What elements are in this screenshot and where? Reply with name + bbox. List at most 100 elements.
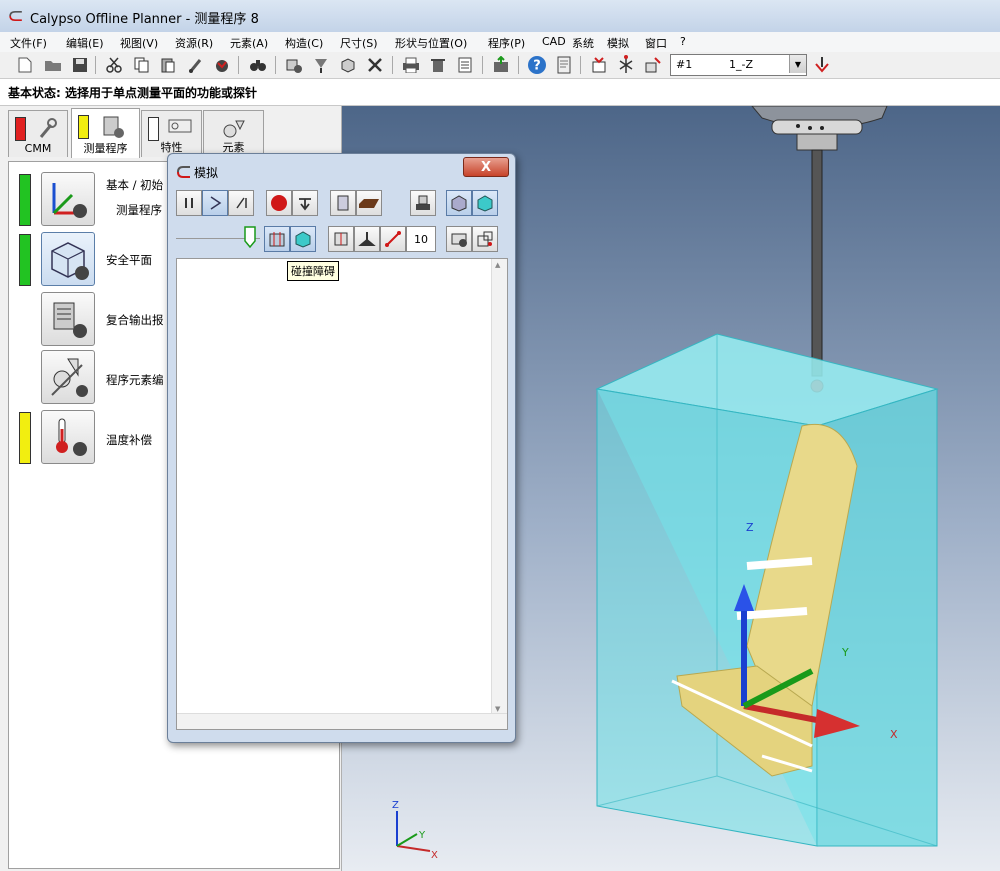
program-elements-button[interactable]: [41, 350, 95, 404]
collision-check-button[interactable]: [264, 226, 290, 252]
tab-measurement-plan[interactable]: 测量程序: [71, 108, 140, 158]
settings-cube-icon[interactable]: [284, 55, 304, 75]
coordinate-system-icon: [52, 183, 87, 218]
brush-icon[interactable]: [186, 55, 206, 75]
report-icon[interactable]: [455, 55, 475, 75]
item-label: 温度补偿: [106, 433, 152, 447]
menu-construct[interactable]: 构造(C): [285, 35, 323, 51]
safety-plane-button[interactable]: [41, 232, 95, 286]
new-file-icon[interactable]: [15, 55, 35, 75]
menu-bar: 文件(F) 编辑(E) 视图(V) 资源(R) 元素(A) 构造(C) 尺寸(S…: [0, 32, 1000, 53]
cut-icon[interactable]: [104, 55, 124, 75]
probe-path-button[interactable]: [328, 226, 354, 252]
menu-cad[interactable]: CAD: [542, 35, 566, 48]
coordinate-button[interactable]: [472, 226, 498, 252]
distance-line-icon: [385, 231, 401, 247]
step-value: 10: [414, 232, 428, 246]
probe-head-icon[interactable]: [589, 55, 609, 75]
mini-axis-z: Z: [392, 800, 399, 811]
menu-edit[interactable]: 编辑(E): [66, 35, 104, 51]
help-icon[interactable]: ?: [527, 55, 547, 75]
tab-characteristics[interactable]: 特性: [141, 110, 202, 157]
stylus-icon: [810, 149, 824, 393]
probe-star-icon[interactable]: [616, 55, 636, 75]
stylus-select[interactable]: #1 1_-Z ▼: [670, 54, 807, 76]
menu-resources[interactable]: 资源(R): [175, 35, 213, 51]
document-icon[interactable]: [554, 55, 574, 75]
scroll-up-icon[interactable]: ▲: [495, 261, 500, 269]
chevron-down-icon[interactable]: ▼: [789, 55, 806, 73]
compound-output-button[interactable]: [41, 292, 95, 346]
menu-window[interactable]: 窗口: [645, 35, 667, 51]
workpiece-button[interactable]: [356, 190, 382, 216]
close-button[interactable]: X: [463, 157, 509, 177]
clearance-icon: [337, 195, 349, 211]
calypso-logo-icon: [9, 11, 22, 21]
probe-rotate-icon[interactable]: [643, 55, 663, 75]
binoculars-icon[interactable]: [248, 55, 268, 75]
view-solid-button[interactable]: [472, 190, 498, 216]
collision-icon: [269, 232, 285, 247]
tools-icon[interactable]: [365, 55, 385, 75]
menu-simulation[interactable]: 模拟: [607, 35, 629, 51]
scroll-down-icon[interactable]: ▼: [495, 705, 500, 713]
menu-elements[interactable]: 元素(A): [230, 35, 268, 51]
vertical-scrollbar[interactable]: ▲ ▼: [491, 259, 507, 729]
collision-obstacle-button[interactable]: [290, 226, 316, 252]
simulation-list[interactable]: ▲ ▼: [176, 258, 508, 730]
horizontal-scrollbar[interactable]: [177, 713, 507, 729]
open-folder-icon[interactable]: [43, 55, 63, 75]
temperature-compensation-button[interactable]: [41, 410, 95, 464]
paste-icon[interactable]: [158, 55, 178, 75]
report-output-icon: [53, 302, 87, 338]
menu-view[interactable]: 视图(V): [120, 35, 158, 51]
elements-shapes-icon: [51, 358, 88, 397]
title-bar: Calypso Offline Planner - 测量程序 8: [0, 0, 1000, 33]
tab-features[interactable]: 元素: [203, 110, 264, 157]
status-line: 基本状态: 选择用于单点测量平面的功能或探针: [0, 79, 1000, 106]
cube-gear-icon[interactable]: [338, 55, 358, 75]
play-button[interactable]: [202, 190, 228, 216]
undo-icon[interactable]: [212, 55, 232, 75]
menu-form-position[interactable]: 形状与位置(O): [395, 35, 467, 51]
cmm-status-swatch: [15, 117, 26, 141]
base-alignment-button[interactable]: [41, 172, 95, 226]
pause-button[interactable]: [176, 190, 202, 216]
tab-cmm[interactable]: CMM: [8, 110, 68, 157]
stylus-icon: [358, 232, 376, 246]
mini-axis-x: X: [431, 850, 438, 861]
menu-size[interactable]: 尺寸(S): [340, 35, 378, 51]
probe-head-icon: [751, 106, 888, 151]
copy-icon[interactable]: [132, 55, 152, 75]
export-icon[interactable]: [491, 55, 511, 75]
program-doc-icon: [103, 116, 124, 138]
speed-slider-thumb-icon[interactable]: [244, 226, 256, 248]
item-label: 程序元素编: [106, 373, 164, 387]
status-indicator: [19, 174, 31, 226]
delete-icon[interactable]: [428, 55, 448, 75]
table-settings-button[interactable]: [446, 226, 472, 252]
distance-button[interactable]: [380, 226, 406, 252]
status-text: 基本状态: 选择用于单点测量平面的功能或探针: [8, 86, 257, 100]
menu-program[interactable]: 程序(P): [488, 35, 525, 51]
probe-down-icon[interactable]: [812, 55, 832, 75]
clearance-button[interactable]: [330, 190, 356, 216]
step-button[interactable]: [228, 190, 254, 216]
coordinate-box-icon: [477, 231, 493, 247]
menu-file[interactable]: 文件(F): [10, 35, 47, 51]
view-box-button[interactable]: [446, 190, 472, 216]
record-button[interactable]: [266, 190, 292, 216]
stylus-button[interactable]: [354, 226, 380, 252]
char-status-swatch: [148, 117, 159, 141]
stylus-select-value: 1_-Z: [729, 58, 754, 71]
status-indicator: [19, 234, 31, 286]
machine-button[interactable]: [410, 190, 436, 216]
menu-system[interactable]: 系统: [572, 35, 594, 51]
step-value-field[interactable]: 10: [406, 226, 436, 252]
save-icon[interactable]: [70, 55, 90, 75]
probe-icon[interactable]: [311, 55, 331, 75]
probe-config-button[interactable]: [292, 190, 318, 216]
window-title: Calypso Offline Planner - 测量程序 8: [30, 12, 259, 27]
menu-help[interactable]: ?: [680, 35, 686, 48]
print-icon[interactable]: [401, 55, 421, 75]
